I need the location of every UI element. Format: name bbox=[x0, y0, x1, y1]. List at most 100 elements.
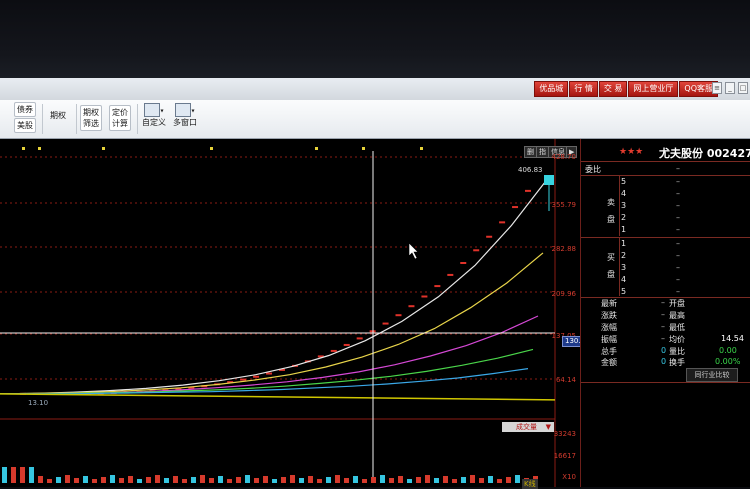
volume-bar bbox=[335, 475, 340, 483]
event-marker bbox=[38, 147, 41, 150]
nav-quotes[interactable]: 行 情 bbox=[569, 81, 598, 97]
volume-bar bbox=[371, 477, 376, 483]
event-marker bbox=[22, 147, 25, 150]
stat-label: 最新 bbox=[601, 299, 617, 308]
toolbar: 债券 美股 期权 期权 筛选 定价 计算 ▾ 自定义 ▾ 多窗口 bbox=[0, 100, 750, 139]
event-marker bbox=[315, 147, 318, 150]
ask-price: – bbox=[676, 213, 680, 222]
volume-bar bbox=[101, 477, 106, 483]
volume-bar bbox=[173, 476, 178, 483]
stat-label: 量比 bbox=[669, 347, 685, 356]
stat-label: 涨跌 bbox=[601, 311, 617, 320]
stat-value: 0 bbox=[661, 357, 667, 366]
minimize-icon[interactable]: _ bbox=[725, 82, 735, 94]
bid-level: 2 bbox=[621, 251, 627, 260]
volume-bar bbox=[119, 478, 124, 483]
volume-bar bbox=[326, 477, 331, 483]
volume-bar bbox=[353, 476, 358, 483]
price-axis-label: 64.14 bbox=[555, 376, 576, 384]
event-marker bbox=[102, 147, 105, 150]
ask-level: 4 bbox=[621, 189, 627, 198]
customize-icon bbox=[144, 103, 161, 117]
volume-bar bbox=[20, 467, 25, 483]
volume-bar bbox=[380, 475, 385, 483]
volume-bar bbox=[299, 478, 304, 483]
price-axis-label: 209.96 bbox=[551, 290, 577, 298]
multi-window-button[interactable]: ▾ 多窗口 bbox=[173, 103, 197, 128]
volume-bar bbox=[389, 478, 394, 483]
volume-bar bbox=[65, 475, 70, 483]
stat-value: – bbox=[661, 334, 665, 343]
volume-bar bbox=[434, 478, 439, 483]
volume-axis-label: 16617 bbox=[553, 452, 576, 460]
price-axis-label: 428.70 bbox=[551, 153, 577, 161]
volume-bar bbox=[92, 479, 97, 483]
stat-label: 开盘 bbox=[669, 299, 685, 308]
latest-candle bbox=[544, 175, 554, 185]
industry-compare-button[interactable]: 同行业比较 bbox=[686, 368, 738, 382]
sell-side-label: 卖 盘 bbox=[607, 198, 615, 224]
stat-label: 涨幅 bbox=[601, 323, 617, 332]
bid-price: – bbox=[676, 251, 680, 260]
maximize-icon[interactable]: □ bbox=[738, 82, 748, 94]
volume-bar bbox=[344, 478, 349, 483]
bonds-button[interactable]: 债券 bbox=[14, 102, 36, 117]
ask-level: 2 bbox=[621, 213, 627, 222]
buy-side-label: 买 盘 bbox=[607, 253, 615, 279]
volume-axis-label: 33243 bbox=[553, 430, 576, 438]
options-button[interactable]: 期权 bbox=[50, 110, 66, 121]
volume-bar bbox=[227, 479, 232, 483]
volume-bar bbox=[83, 476, 88, 483]
pricing-calc-button[interactable]: 定价 计算 bbox=[109, 105, 131, 131]
turnover-value: 0.00% bbox=[715, 357, 741, 366]
volume-bar bbox=[290, 475, 295, 483]
volume-bar bbox=[515, 475, 520, 483]
avg-price-value: 14.54 bbox=[721, 334, 744, 343]
volume-bar bbox=[317, 479, 322, 483]
nav-trade[interactable]: 交 易 bbox=[598, 81, 628, 97]
quote-panel: ★★★ 尤夫股份 002427 委比 – 卖 盘 5 4 3 2 1 – – –… bbox=[580, 139, 750, 487]
price-chart[interactable]: 删 指 信息 ▶ 428.70 355.79 282.88 209.96 137… bbox=[0, 139, 593, 489]
multi-window-label: 多窗口 bbox=[173, 118, 197, 127]
window-controls: ≡ _ □ bbox=[712, 82, 748, 94]
options-filter-button[interactable]: 期权 筛选 bbox=[80, 105, 102, 131]
volume-bar bbox=[191, 477, 196, 483]
menu-icon[interactable]: ≡ bbox=[712, 82, 722, 94]
volume-bar bbox=[461, 477, 466, 483]
price-axis-label: 282.88 bbox=[551, 245, 577, 253]
volume-bar bbox=[164, 478, 169, 483]
volume-indicator-select[interactable]: 成交量 ▼ bbox=[502, 422, 554, 432]
volume-bar bbox=[245, 475, 250, 483]
customize-button[interactable]: ▾ 自定义 bbox=[142, 103, 166, 128]
volume-bar bbox=[506, 477, 511, 483]
volume-bar bbox=[74, 478, 79, 483]
volume-bar bbox=[407, 479, 412, 483]
volume-bar bbox=[182, 479, 187, 483]
volume-bar bbox=[443, 476, 448, 483]
bid-price: – bbox=[676, 239, 680, 248]
nav-online-hall[interactable]: 网上营业厅 bbox=[628, 81, 679, 97]
kline-button[interactable]: K线 bbox=[522, 479, 538, 489]
ma-line bbox=[0, 315, 539, 395]
volume-bar bbox=[110, 475, 115, 483]
us-stocks-button[interactable]: 美股 bbox=[14, 118, 36, 133]
stat-label: 最低 bbox=[669, 323, 685, 332]
volume-bar bbox=[137, 479, 142, 483]
ask-price: – bbox=[676, 201, 680, 210]
volume-bar bbox=[254, 478, 259, 483]
ask-price: – bbox=[676, 225, 680, 234]
top-nav: 优品城 行 情 交 易 网上营业厅 QQ客服 bbox=[534, 81, 718, 97]
bid-price: – bbox=[676, 275, 680, 284]
event-marker bbox=[362, 147, 365, 150]
volume-bar bbox=[416, 477, 421, 483]
stat-value: – bbox=[661, 322, 665, 331]
stat-label: 金额 bbox=[601, 358, 617, 367]
volume-bar bbox=[497, 479, 502, 483]
volume-bar bbox=[209, 478, 214, 483]
bid-price: – bbox=[676, 287, 680, 296]
stat-value: – bbox=[661, 310, 665, 319]
nav-mall[interactable]: 优品城 bbox=[534, 81, 569, 97]
price-axis-label: 355.79 bbox=[551, 201, 577, 209]
volume-ratio-value: 0.00 bbox=[719, 346, 737, 355]
bid-level: 5 bbox=[621, 287, 627, 296]
